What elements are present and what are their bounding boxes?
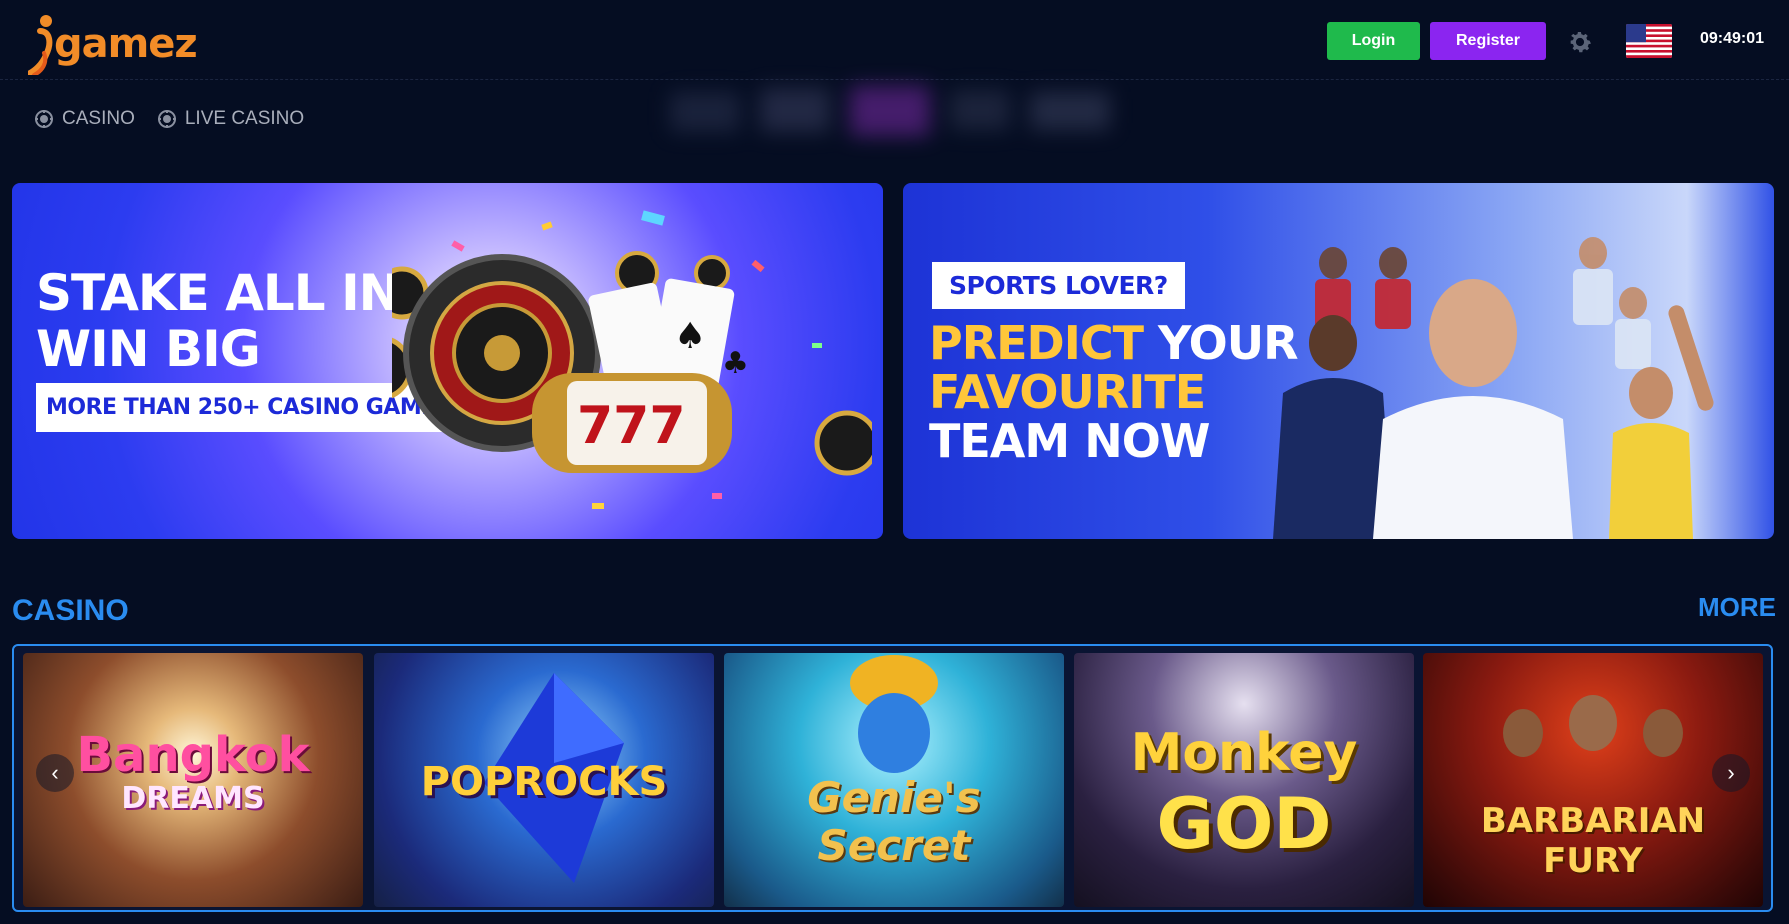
genie-figure-icon: [850, 655, 938, 773]
game-title: Bangkok: [76, 727, 310, 783]
nav-item-live-casino[interactable]: LIVE CASINO: [157, 108, 304, 130]
banner-headline-line3: TEAM NOW: [929, 414, 1211, 468]
game-title: Monkey: [1130, 723, 1358, 783]
svg-text:777: 777: [577, 396, 686, 456]
chip-icon: [35, 110, 53, 128]
banner-headline: PREDICT YOUR FAVOURITE TEAM NOW: [929, 316, 1299, 468]
game-card-genies-secret[interactable]: Genie's Secret: [724, 653, 1064, 907]
banner-headline-line2: WIN BIG: [36, 320, 261, 378]
site-logo[interactable]: gamez: [28, 8, 198, 80]
game-card-barbarian-fury[interactable]: BARBARIAN FURY: [1423, 653, 1763, 907]
gear-icon[interactable]: [1566, 28, 1594, 56]
logo-text: gamez: [54, 21, 198, 67]
svg-text:♣: ♣: [722, 346, 749, 381]
promo-banner-casino[interactable]: STAKE ALL IN , WIN BIG MORE THAN 250+ CA…: [12, 183, 883, 539]
banner-headline-line1: STAKE ALL IN ,: [36, 264, 435, 322]
banner-tag: SPORTS LOVER?: [932, 262, 1185, 309]
nav-label: LIVE CASINO: [184, 108, 305, 129]
nav-item-casino[interactable]: CASINO: [34, 108, 135, 130]
game-subtitle: GOD: [1156, 783, 1332, 865]
game-card-monkey-god[interactable]: Monkey GOD: [1074, 653, 1414, 907]
us-flag-icon[interactable]: [1626, 24, 1672, 58]
casino-art-image: ♠ ♣ 777: [392, 210, 872, 509]
chip-icon: [157, 110, 176, 128]
game-subtitle: Secret: [817, 821, 971, 870]
game-card-poprocks[interactable]: POPROCKS: [374, 653, 714, 907]
logo-figure-icon: [28, 15, 53, 75]
banner-headline: STAKE ALL IN , WIN BIG: [36, 264, 435, 378]
promo-banner-sports[interactable]: SPORTS LOVER? PREDICT YOUR FAVOURITE TEA…: [903, 183, 1774, 539]
login-button[interactable]: Login: [1327, 22, 1420, 60]
carousel-prev-button[interactable]: ‹: [36, 754, 74, 792]
game-title: Genie's: [807, 773, 981, 822]
main-nav: CASINO LIVE CASINO: [34, 108, 304, 130]
game-subtitle: FURY: [1543, 841, 1643, 881]
banner-headline-line2: FAVOURITE: [929, 365, 1206, 419]
headline-highlight: PREDICT: [929, 316, 1144, 370]
top-header: gamez Login Register 09:49:01: [0, 0, 1789, 80]
football-players-image: [1273, 237, 1714, 539]
game-title: POPROCKS: [420, 759, 668, 805]
game-title: BARBARIAN: [1480, 801, 1706, 841]
section-title-casino: CASINO: [12, 594, 129, 627]
blurred-provider-logos: [670, 86, 1110, 136]
svg-text:♠: ♠: [674, 316, 706, 357]
clock-display: 09:49:01: [1700, 30, 1765, 47]
barbarian-warriors-icon: [1503, 695, 1683, 757]
banner-headline-line1: PREDICT YOUR: [929, 316, 1299, 370]
game-subtitle: DREAMS: [121, 781, 265, 816]
casino-games-carousel: Bangkok DREAMS POPROCKS Genie's Secret M…: [12, 644, 1773, 912]
carousel-next-button[interactable]: ›: [1712, 754, 1750, 792]
register-button[interactable]: Register: [1430, 22, 1546, 60]
more-link[interactable]: MORE: [1698, 592, 1776, 623]
nav-label: CASINO: [62, 108, 135, 129]
game-card-bangkok-dreams[interactable]: Bangkok DREAMS: [23, 653, 363, 907]
